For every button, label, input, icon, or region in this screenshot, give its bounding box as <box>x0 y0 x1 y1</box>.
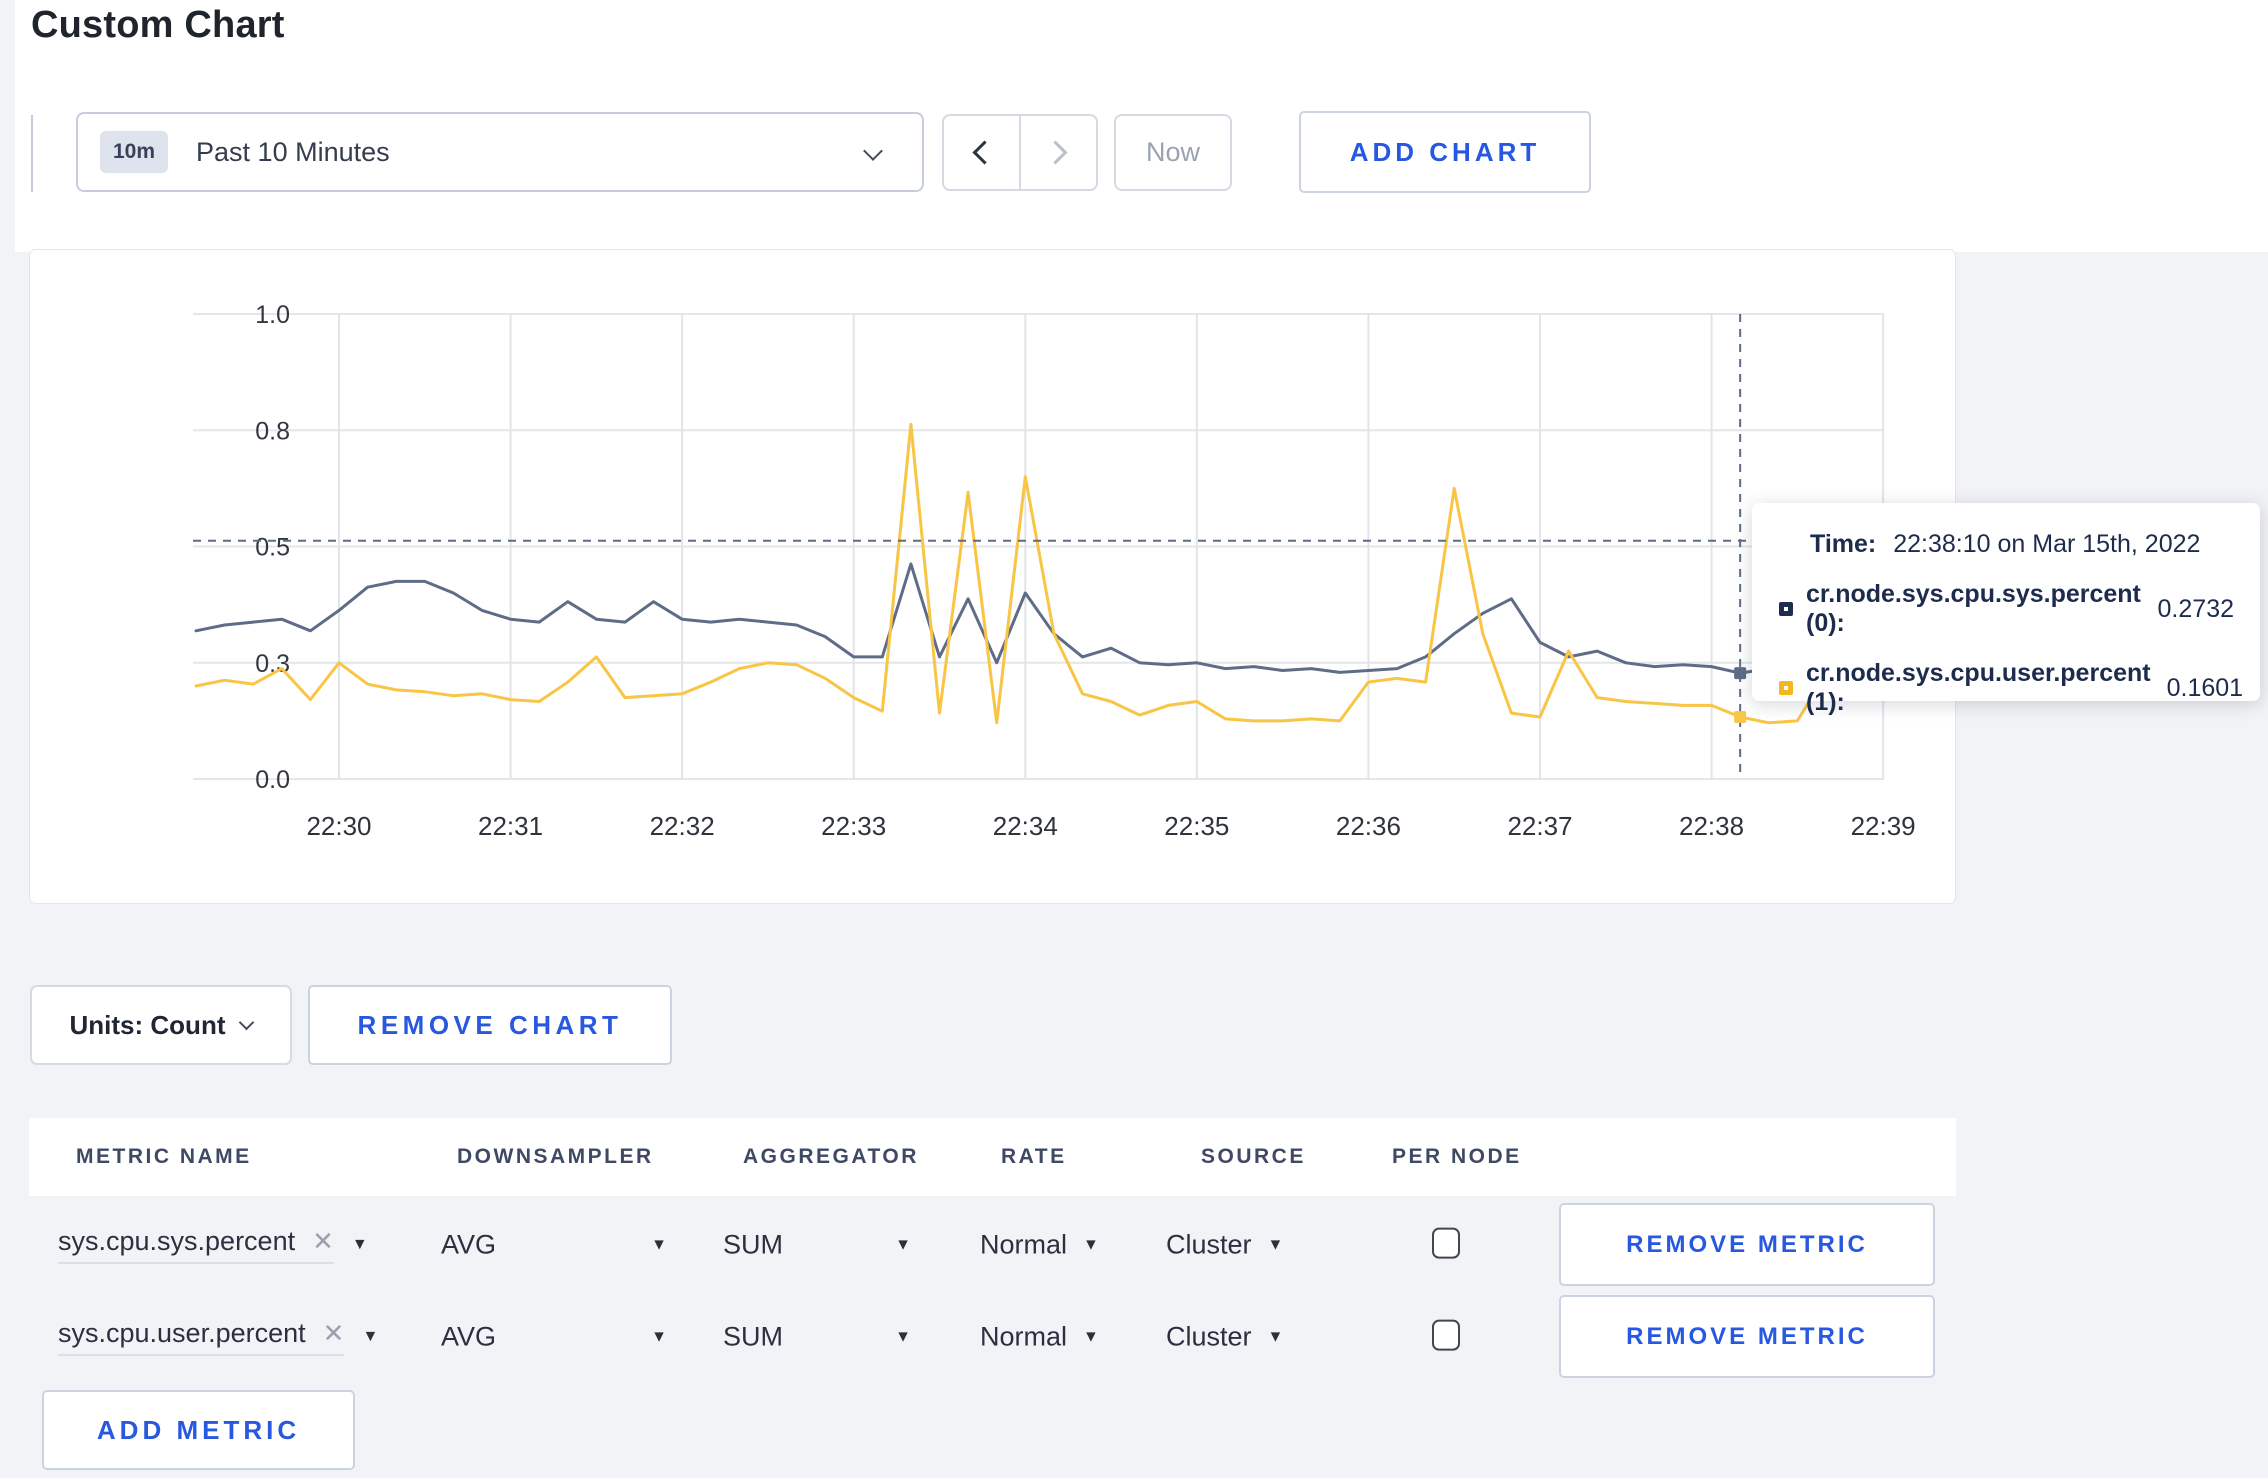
time-range-badge: 10m <box>100 131 169 173</box>
series-swatch-icon <box>1779 602 1793 616</box>
chevron-right-icon <box>1043 140 1068 165</box>
source-value: Cluster <box>1166 1321 1252 1352</box>
clear-metric-icon[interactable]: ✕ <box>312 1226 334 1257</box>
aggregator-value: SUM <box>723 1229 783 1260</box>
series-swatch-icon <box>1779 681 1793 695</box>
x-tick-label: 22:39 <box>1851 811 1916 841</box>
aggregator-value: SUM <box>723 1321 783 1352</box>
column-header-rate: RATE <box>1001 1145 1067 1168</box>
time-pager <box>942 114 1098 191</box>
x-tick-label: 22:38 <box>1679 811 1744 841</box>
downsampler-select[interactable]: AVG ▼ <box>441 1322 667 1353</box>
chevron-down-icon <box>239 1014 255 1030</box>
column-header-source: SOURCE <box>1201 1145 1306 1168</box>
dropdown-caret-icon: ▼ <box>651 1328 667 1345</box>
dropdown-caret-icon: ▼ <box>1267 1236 1284 1253</box>
tooltip-series-row: cr.node.sys.cpu.user.percent (1): 0.1601 <box>1779 659 2243 717</box>
time-range-label: Past 10 Minutes <box>196 136 390 167</box>
x-tick-label: 22:31 <box>478 811 543 841</box>
next-time-button[interactable] <box>1019 116 1096 189</box>
metric-name-select[interactable]: sys.cpu.sys.percent ✕ ▼ <box>58 1226 368 1264</box>
metric-name-value: sys.cpu.sys.percent <box>58 1226 296 1256</box>
rate-select[interactable]: Normal ▼ <box>980 1230 1099 1261</box>
prev-time-button[interactable] <box>944 116 1019 189</box>
chevron-left-icon <box>972 140 997 165</box>
y-tick-label: 0.8 <box>255 417 290 445</box>
clear-metric-icon[interactable]: ✕ <box>323 1318 345 1349</box>
dropdown-caret-icon: ▼ <box>1083 1328 1099 1345</box>
remove-metric-button[interactable]: REMOVE METRIC <box>1559 1203 1935 1286</box>
rate-value: Normal <box>980 1321 1068 1352</box>
aggregator-select[interactable]: SUM ▼ <box>723 1322 911 1353</box>
rate-value: Normal <box>980 1229 1068 1260</box>
tooltip-time-label: Time: <box>1810 530 1877 558</box>
tooltip-series-value: 0.2732 <box>2157 594 2234 623</box>
metric-name-value: sys.cpu.user.percent <box>58 1318 306 1348</box>
aggregator-select[interactable]: SUM ▼ <box>723 1230 911 1261</box>
chevron-down-icon <box>863 141 883 161</box>
dropdown-caret-icon: ▼ <box>362 1328 379 1345</box>
toolbar-divider <box>31 115 33 192</box>
tooltip-time-value: 22:38:10 on Mar 15th, 2022 <box>1893 530 2201 558</box>
downsampler-select[interactable]: AVG ▼ <box>441 1230 667 1261</box>
cpu-usage-line-chart[interactable]: 0.00.30.50.81.022:30 22:31 22:32 22:33 22:34… <box>30 250 1957 905</box>
add-metric-button[interactable]: ADD METRIC <box>42 1390 355 1470</box>
metric-row: sys.cpu.user.percent ✕ ▼ AVG ▼ SUM ▼ Nor… <box>29 1292 1956 1382</box>
column-header-downsampler: DOWNSAMPLER <box>457 1145 654 1168</box>
page-title: Custom Chart <box>31 4 285 46</box>
dropdown-caret-icon: ▼ <box>651 1236 667 1253</box>
chart-card: 0.0 0.3 0.5 0.8 1.0 22:30 22:31 22:32 22:33 22:34… <box>29 249 1956 904</box>
dropdown-caret-icon: ▼ <box>895 1328 911 1345</box>
x-tick-label: 22:37 <box>1507 811 1572 841</box>
per-node-checkbox[interactable] <box>1432 1319 1460 1351</box>
tooltip-series-row: cr.node.sys.cpu.sys.percent (0): 0.2732 <box>1779 580 2234 638</box>
series-line-cr.node.sys.cpu.sys.percent <box>194 562 1885 675</box>
remove-metric-button[interactable]: REMOVE METRIC <box>1559 1295 1935 1378</box>
dropdown-caret-icon: ▼ <box>351 1236 368 1253</box>
tooltip-series-label: cr.node.sys.cpu.user.percent (1): <box>1806 659 2151 716</box>
now-button[interactable]: Now <box>1114 114 1232 191</box>
add-chart-button[interactable]: ADD CHART <box>1299 111 1591 193</box>
series-line-cr.node.sys.cpu.user.percent <box>194 422 1885 725</box>
x-tick-label: 22:34 <box>993 811 1058 841</box>
column-header-per-node: PER NODE <box>1392 1145 1522 1168</box>
units-label: Units: Count <box>69 1009 226 1040</box>
source-select[interactable]: Cluster ▼ <box>1166 1230 1283 1261</box>
y-tick-label: 1.0 <box>255 301 290 329</box>
source-select[interactable]: Cluster ▼ <box>1166 1322 1283 1353</box>
source-value: Cluster <box>1166 1229 1252 1260</box>
per-node-checkbox[interactable] <box>1432 1227 1460 1259</box>
time-range-dropdown[interactable]: 10m Past 10 Minutes <box>76 112 924 192</box>
metric-row: sys.cpu.sys.percent ✕ ▼ AVG ▼ SUM ▼ Norm… <box>29 1200 1956 1290</box>
hover-point-marker <box>1734 667 1747 680</box>
dropdown-caret-icon: ▼ <box>895 1236 911 1253</box>
metric-name-select[interactable]: sys.cpu.user.percent ✕ ▼ <box>58 1318 378 1356</box>
units-dropdown[interactable]: Units: Count <box>30 985 292 1065</box>
chart-tooltip: Time: 22:38:10 on Mar 15th, 2022 cr.node… <box>1752 503 2260 716</box>
dropdown-caret-icon: ▼ <box>1083 1236 1099 1253</box>
x-tick-label: 22:30 <box>306 811 371 841</box>
downsampler-value: AVG <box>441 1321 497 1352</box>
x-tick-label: 22:36 <box>1336 811 1401 841</box>
x-tick-label: 22:35 <box>1164 811 1229 841</box>
x-tick-label: 22:33 <box>821 811 886 841</box>
y-tick-label: 0.0 <box>255 766 290 794</box>
x-tick-label: 22:32 <box>650 811 715 841</box>
dropdown-caret-icon: ▼ <box>1267 1328 1284 1345</box>
column-header-metric-name: METRIC NAME <box>76 1145 252 1168</box>
y-tick-label: 0.5 <box>255 534 290 562</box>
metrics-table-header: METRIC NAME DOWNSAMPLER AGGREGATOR RATE … <box>29 1118 1956 1196</box>
column-header-aggregator: AGGREGATOR <box>743 1145 919 1168</box>
downsampler-value: AVG <box>441 1229 497 1260</box>
rate-select[interactable]: Normal ▼ <box>980 1322 1099 1353</box>
tooltip-series-label: cr.node.sys.cpu.sys.percent (0): <box>1806 580 2141 637</box>
tooltip-series-value: 0.1601 <box>2166 673 2244 702</box>
remove-chart-button[interactable]: REMOVE CHART <box>308 985 672 1065</box>
hover-point-marker <box>1734 710 1747 723</box>
tooltip-time-row: Time: 22:38:10 on Mar 15th, 2022 <box>1810 530 2234 559</box>
